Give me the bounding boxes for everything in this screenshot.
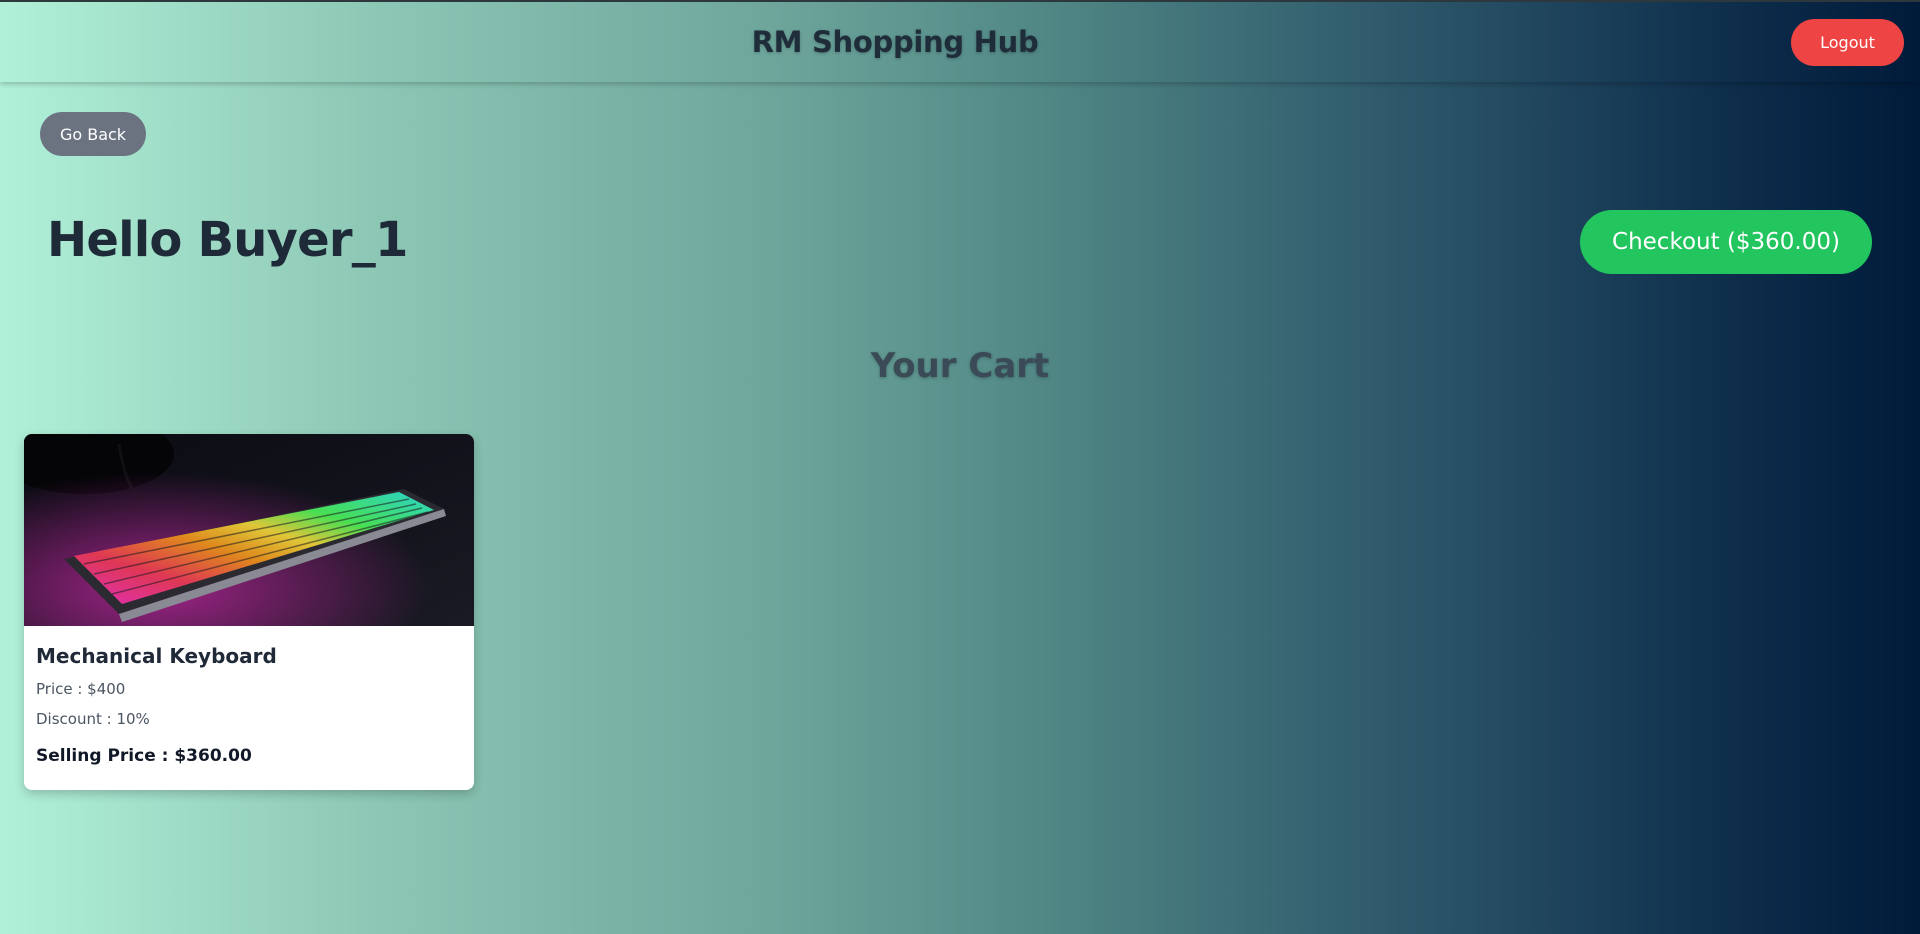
cart-title: Your Cart [870, 346, 1050, 386]
product-image [24, 434, 474, 626]
logout-button[interactable]: Logout [1791, 19, 1904, 66]
brand-title: RM Shopping Hub [751, 25, 1039, 59]
go-back-button[interactable]: Go Back [40, 112, 146, 156]
checkout-button[interactable]: Checkout ($360.00) [1580, 210, 1872, 274]
greeting-heading: Hello Buyer_1 [47, 212, 408, 268]
cart-item-card: Mechanical Keyboard Price : $400 Discoun… [24, 434, 474, 790]
product-discount: Discount : 10% [36, 710, 150, 728]
navbar: RM Shopping Hub Logout [0, 2, 1920, 82]
product-name: Mechanical Keyboard [36, 644, 277, 668]
product-selling-price: Selling Price : $360.00 [36, 746, 252, 766]
product-price: Price : $400 [36, 680, 126, 698]
